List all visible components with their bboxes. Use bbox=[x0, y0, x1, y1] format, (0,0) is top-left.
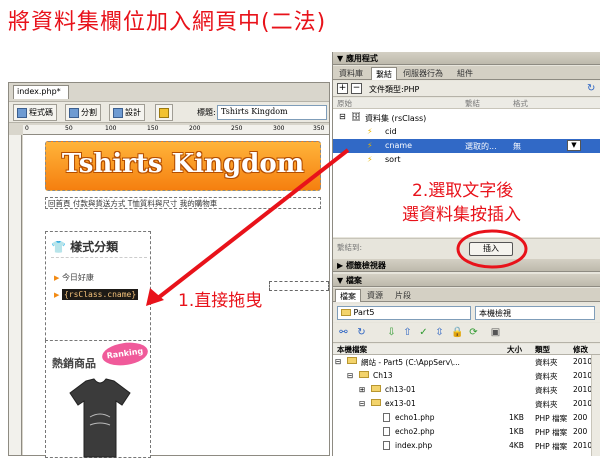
insert-highlight-circle bbox=[456, 229, 528, 269]
drag-arrow bbox=[156, 148, 350, 300]
step1-note: 1.直接拖曳 bbox=[178, 291, 263, 311]
annotation-overlay bbox=[146, 148, 528, 306]
step2-note-line1: 2.選取文字後 bbox=[412, 181, 514, 201]
step2-note-line2: 選資料集按插入 bbox=[402, 205, 521, 225]
